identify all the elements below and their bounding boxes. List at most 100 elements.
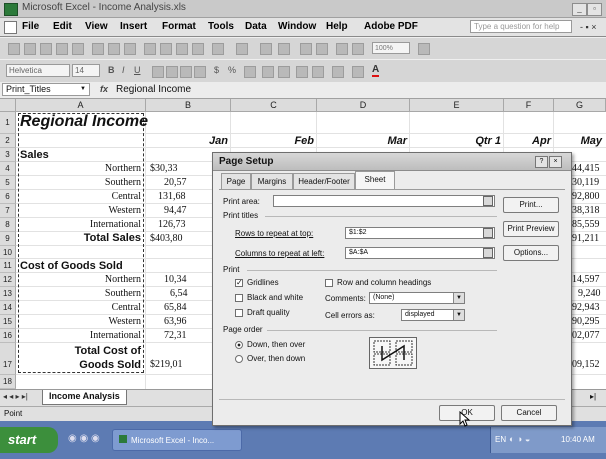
align-right-icon[interactable] — [180, 66, 192, 78]
cogs-region-international[interactable]: International — [18, 330, 141, 341]
fx-icon[interactable]: fx — [100, 84, 108, 94]
minimize-icon[interactable]: _ — [572, 3, 587, 16]
menu-tools[interactable]: Tools — [208, 21, 234, 32]
region-international[interactable]: International — [18, 219, 141, 230]
g-total-sales[interactable]: 91,211 — [572, 233, 599, 244]
tray-language[interactable]: EN — [495, 435, 506, 444]
cogs-region-western[interactable]: Western — [18, 316, 141, 327]
g-cogs-northern[interactable]: 14,597 — [572, 274, 600, 285]
region-western[interactable]: Western — [18, 205, 141, 216]
row-header-1[interactable]: 1 — [0, 112, 16, 134]
menu-help[interactable]: Help — [326, 21, 348, 32]
b-cogs-southern[interactable]: 6,54 — [170, 288, 188, 299]
menu-data[interactable]: Data — [245, 21, 267, 32]
col-header-f[interactable]: F — [504, 99, 554, 112]
g-sales-western[interactable]: 38,318 — [572, 205, 600, 216]
align-left-icon[interactable] — [152, 66, 164, 78]
font-name-box[interactable]: Helvetica — [6, 64, 70, 77]
over-down-radio[interactable] — [235, 355, 243, 363]
dialog-help-icon[interactable]: ? — [535, 156, 548, 168]
menu-insert[interactable]: Insert — [120, 21, 147, 32]
new-icon[interactable] — [8, 43, 20, 55]
format-painter-icon[interactable] — [192, 43, 204, 55]
email-icon[interactable] — [72, 43, 84, 55]
col-header-a[interactable]: A — [16, 99, 146, 112]
dialog-close-icon[interactable]: × — [549, 156, 562, 168]
print-area-collapse-icon[interactable] — [483, 196, 493, 206]
row-header-4[interactable]: 4 — [0, 162, 16, 176]
cols-repeat-collapse-icon[interactable] — [483, 248, 493, 258]
increase-decimal-icon[interactable] — [262, 66, 274, 78]
row-header-10[interactable]: 10 — [0, 246, 16, 259]
region-southern[interactable]: Southern — [18, 177, 141, 188]
tab-page[interactable]: Page — [221, 173, 251, 189]
chevron-down-icon[interactable]: ▼ — [453, 310, 464, 320]
row-header-6[interactable]: 6 — [0, 190, 16, 204]
b-sales-international[interactable]: 126,73 — [158, 219, 186, 230]
paste-icon[interactable] — [176, 43, 188, 55]
col-header-d[interactable]: D — [317, 99, 410, 112]
cogs-region-northern[interactable]: Northern — [18, 274, 141, 285]
header-mar[interactable]: Mar — [317, 135, 407, 147]
comments-select[interactable]: (None) ▼ — [369, 292, 465, 304]
cogs-label[interactable]: Cost of Goods Sold — [20, 260, 123, 272]
header-qtr1[interactable]: Qtr 1 — [410, 135, 501, 147]
horizontal-scroll-icon[interactable]: ▸| — [590, 392, 596, 401]
cogs-region-southern[interactable]: Southern — [18, 288, 141, 299]
b-sales-northern[interactable]: $30,33 — [150, 163, 178, 174]
menu-edit[interactable]: Edit — [53, 21, 72, 32]
row-header-8[interactable]: 8 — [0, 218, 16, 232]
formula-content[interactable]: Regional Income — [116, 84, 191, 95]
row-col-headings-checkbox[interactable] — [325, 279, 333, 287]
g-cogs-western[interactable]: 90,295 — [572, 316, 600, 327]
cut-icon[interactable] — [144, 43, 156, 55]
chart-wizard-icon[interactable] — [336, 43, 348, 55]
header-jan[interactable]: Jan — [146, 135, 228, 147]
currency-icon[interactable]: $ — [214, 65, 219, 75]
col-header-e[interactable]: E — [410, 99, 504, 112]
menu-format[interactable]: Format — [162, 21, 196, 32]
print-icon[interactable] — [92, 43, 104, 55]
row-header-11[interactable]: 11 — [0, 259, 16, 273]
autosum-icon[interactable] — [278, 43, 290, 55]
open-icon[interactable] — [24, 43, 36, 55]
row-header-3[interactable]: 3 — [0, 148, 16, 162]
cell-errors-select[interactable]: displayed ▼ — [401, 309, 465, 321]
percent-icon[interactable]: % — [228, 65, 236, 75]
sheet-title-cell[interactable]: Regional Income — [20, 113, 148, 131]
total-cogs-label-line2[interactable]: Goods Sold — [18, 359, 141, 371]
merge-center-icon[interactable] — [194, 66, 206, 78]
start-button[interactable]: start — [0, 427, 58, 453]
b-cogs-northern[interactable]: 10,34 — [164, 274, 187, 285]
name-box-dropdown-icon[interactable]: ▼ — [80, 84, 86, 95]
sort-ascending-icon[interactable] — [300, 43, 312, 55]
borders-icon[interactable] — [332, 66, 344, 78]
row-header-5[interactable]: 5 — [0, 176, 16, 190]
region-northern[interactable]: Northern — [18, 163, 141, 174]
underline-icon[interactable]: U — [134, 65, 141, 75]
down-over-radio[interactable] — [235, 341, 243, 349]
black-white-checkbox[interactable] — [235, 294, 243, 302]
col-header-b[interactable]: B — [146, 99, 231, 112]
total-cogs-label-line1[interactable]: Total Cost of — [18, 345, 141, 357]
name-box[interactable]: Print_Titles ▼ — [2, 83, 90, 96]
comma-style-icon[interactable] — [244, 66, 256, 78]
redo-icon[interactable] — [236, 43, 248, 55]
b-cogs-central[interactable]: 65,84 — [164, 302, 187, 313]
row-header-13[interactable]: 13 — [0, 287, 16, 301]
gridlines-checkbox[interactable]: ✓ — [235, 279, 243, 287]
header-apr[interactable]: Apr — [504, 135, 551, 147]
select-all-corner[interactable] — [0, 99, 16, 112]
options-button[interactable]: Options... — [503, 245, 559, 261]
italic-icon[interactable]: I — [122, 65, 125, 75]
save-icon[interactable] — [40, 43, 52, 55]
print-button[interactable]: Print... — [503, 197, 559, 213]
print-preview-button[interactable]: Print Preview — [503, 221, 559, 237]
g-sales-northern[interactable]: 44,415 — [572, 163, 600, 174]
b-sales-southern[interactable]: 20,57 — [164, 177, 187, 188]
tab-sheet[interactable]: Sheet — [355, 171, 395, 189]
row-header-15[interactable]: 15 — [0, 315, 16, 329]
col-header-g[interactable]: G — [554, 99, 606, 112]
header-may[interactable]: May — [554, 135, 602, 147]
print-preview-icon[interactable] — [108, 43, 120, 55]
